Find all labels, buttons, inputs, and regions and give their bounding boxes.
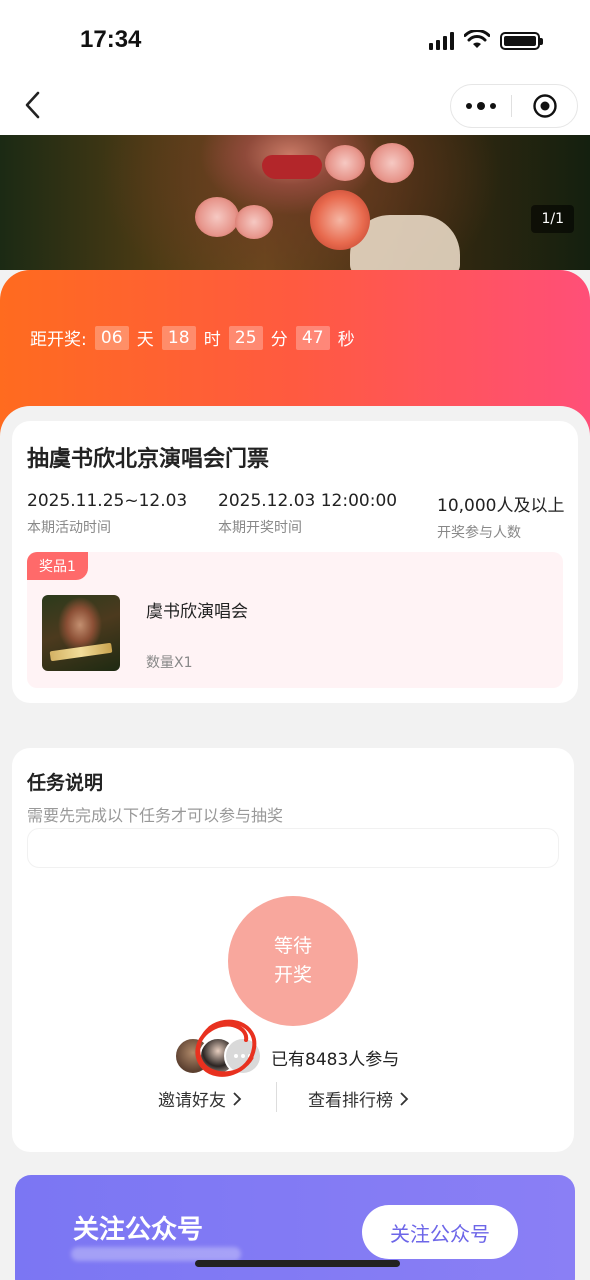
countdown-minutes-unit: 分 [270,330,288,350]
task-card: 任务说明 需要先完成以下任务才可以参与抽奖 等待 开奖 已有8483人参与 邀请… [12,748,574,1152]
await-draw-button[interactable]: 等待 开奖 [228,896,358,1026]
banner-figure [262,155,322,179]
countdown-minutes: 25 [228,325,263,350]
prize-tag: 奖品1 [27,552,88,580]
wifi-icon [464,30,490,48]
follow-account-button[interactable]: 关注公众号 [362,1205,518,1259]
banner-image[interactable]: 1/1 [0,135,590,270]
countdown-days: 06 [94,325,129,350]
invite-friends-link[interactable]: 邀请好友 [158,1086,242,1111]
status-icons [429,30,543,50]
task-title: 任务说明 [27,772,104,794]
view-ranking-label: 查看排行榜 [308,1091,393,1111]
prize-item[interactable]: 奖品1 虞书欣演唱会 数量X1 [27,552,563,688]
stat-value: 2025.11.25~12.03 [27,491,188,511]
stat-activity-time: 2025.11.25~12.03 本期活动时间 [27,491,187,537]
countdown-seconds-unit: 秒 [337,330,355,350]
event-title: 抽虞书欣北京演唱会门票 [27,447,270,472]
task-description: 需要先完成以下任务才可以参与抽奖 [27,806,284,825]
back-arrow-icon[interactable] [18,88,48,122]
red-circle-annotation [195,1019,257,1077]
link-divider [276,1082,277,1112]
countdown: 距开奖: 06 天 18 时 25 分 47 秒 [30,325,355,350]
follow-subtitle-blurred [71,1247,241,1261]
chevron-right-icon [233,1091,242,1106]
close-target-icon[interactable] [512,93,577,119]
home-indicator [195,1260,400,1267]
countdown-hours: 18 [161,325,196,350]
stat-value: 10,000人及以上 [437,496,565,516]
invite-friends-label: 邀请好友 [158,1091,226,1111]
view-ranking-link[interactable]: 查看排行榜 [308,1086,409,1111]
stat-label: 本期活动时间 [27,520,111,536]
stat-label: 开奖参与人数 [437,525,521,541]
event-info-card: 抽虞书欣北京演唱会门票 2025.11.25~12.03 本期活动时间 2025… [12,421,578,703]
stat-label: 本期开奖时间 [218,520,302,536]
banner-flower [370,143,414,183]
countdown-days-unit: 天 [136,330,154,350]
participant-count: 已有8483人参与 [271,1050,400,1070]
status-time: 17:34 [80,26,142,53]
prize-quantity: 数量X1 [146,655,193,671]
banner-index: 1/1 [531,205,574,233]
more-icon[interactable] [451,85,511,127]
banner-flower [235,205,273,239]
status-bar: 17:34 [0,0,590,80]
prize-image [42,595,120,671]
chevron-right-icon [400,1091,409,1106]
stat-value: 2025.12.03 12:00:00 [218,491,398,511]
prize-name: 虞书欣演唱会 [146,602,248,622]
mini-program-capsule [450,84,578,128]
countdown-hours-unit: 时 [203,330,221,350]
countdown-seconds: 47 [295,325,330,350]
draw-button-line2: 开奖 [273,964,312,986]
banner-flower [325,145,365,181]
follow-title: 关注公众号 [73,1215,204,1245]
banner-flower [195,197,239,237]
draw-button-line1: 等待 [273,934,312,957]
banner-flower [310,190,370,250]
battery-icon [500,32,543,50]
task-list [27,828,559,868]
stat-participant-threshold: 10,000人及以上 开奖参与人数 [437,491,564,542]
stat-draw-time: 2025.12.03 12:00:00 本期开奖时间 [218,491,397,537]
countdown-label: 距开奖: [30,330,87,350]
signal-icon [429,32,454,50]
nav-bar [0,80,590,135]
